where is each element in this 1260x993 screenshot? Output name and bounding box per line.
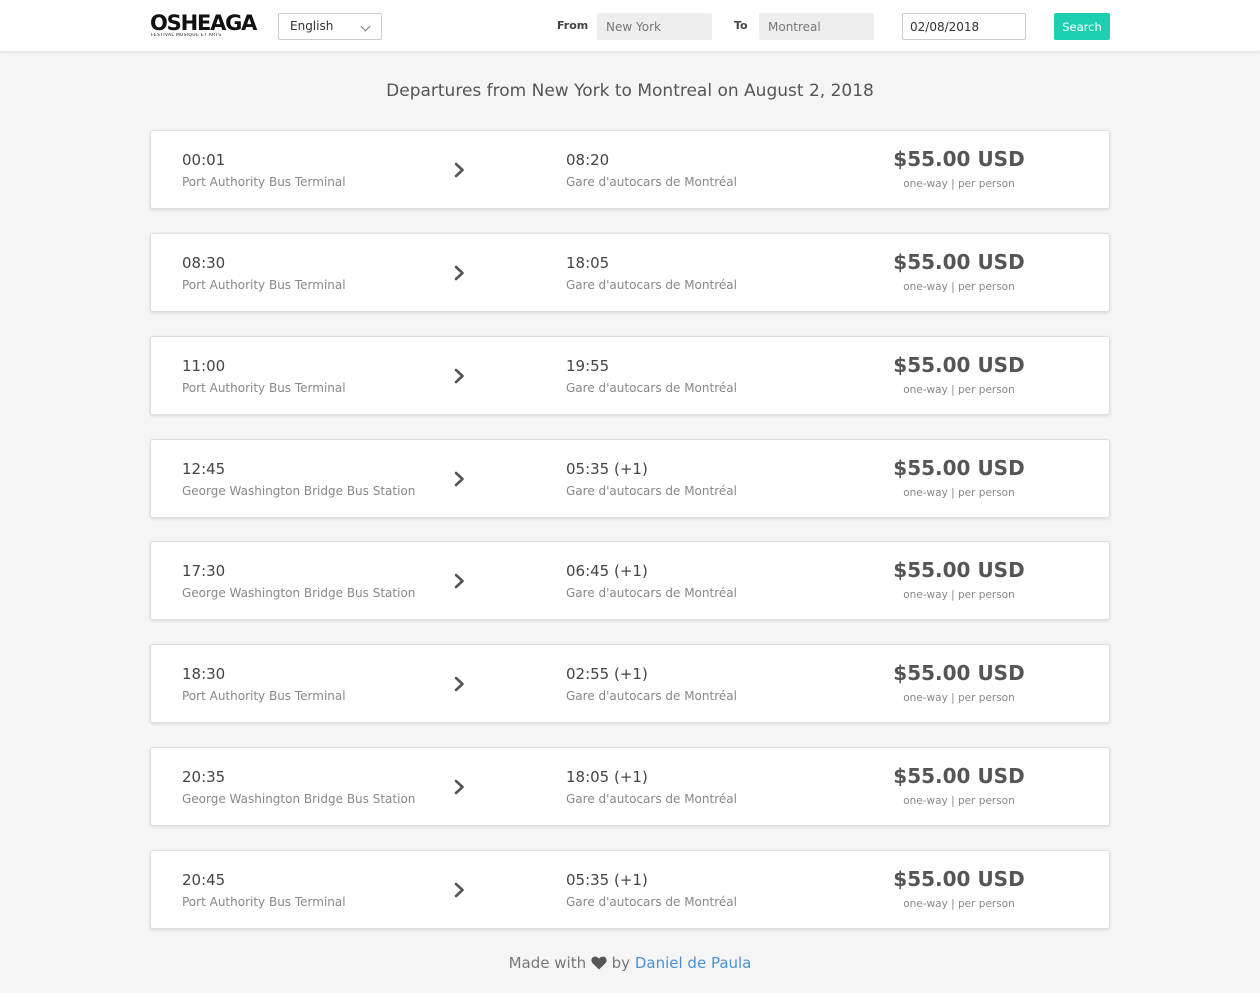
departure-card[interactable]: 17:30 George Washington Bridge Bus Statio… [150, 541, 1110, 620]
arrival-station: Gare d'autocars de Montréal [566, 895, 737, 909]
search-button[interactable]: Search [1054, 13, 1110, 40]
price: $55.00 USD [893, 764, 1025, 788]
price-note: one-way | per person [903, 589, 1015, 601]
language-select[interactable]: English [278, 13, 382, 40]
logo-text: OSHEAGA [150, 11, 257, 35]
price-note: one-way | per person [903, 178, 1015, 190]
price-note: one-way | per person [903, 692, 1015, 704]
price: $55.00 USD [893, 558, 1025, 582]
chevron-right-icon [454, 368, 464, 384]
price: $55.00 USD [893, 147, 1025, 171]
arrival-time: 19:55 [566, 357, 610, 375]
osheaga-logo[interactable]: OSHEAGA FESTIVAL MUSIQUE ET ARTS [150, 11, 257, 40]
chevron-right-icon [454, 573, 464, 589]
top-navigation-bar: OSHEAGA FESTIVAL MUSIQUE ET ARTS English… [0, 0, 1260, 52]
chevron-right-icon [454, 676, 464, 692]
arrival-station: Gare d'autocars de Montréal [566, 484, 737, 498]
arrival-station: Gare d'autocars de Montréal [566, 381, 737, 395]
from-input[interactable] [597, 13, 712, 40]
logo-subtext: FESTIVAL MUSIQUE ET ARTS [151, 33, 222, 38]
footer-made-with: Made with [508, 954, 587, 972]
from-label: From [557, 19, 589, 32]
departure-card[interactable]: 20:45 Port Authority Bus Terminal 05:35 (+… [150, 850, 1110, 929]
price: $55.00 USD [893, 353, 1025, 377]
departure-time: 11:00 [182, 357, 226, 375]
departure-time: 20:45 [182, 871, 226, 889]
departure-card[interactable]: 20:35 George Washington Bridge Bus Statio… [150, 747, 1110, 826]
departure-time: 17:30 [182, 562, 226, 580]
departure-card[interactable]: 08:30 Port Authority Bus Terminal 18:05 Gar… [150, 233, 1110, 312]
departure-station: Port Authority Bus Terminal [182, 689, 346, 703]
price-note: one-way | per person [903, 384, 1015, 396]
to-label: To [734, 19, 748, 32]
language-select-value: English [290, 19, 334, 33]
arrival-time: 02:55 (+1) [566, 665, 648, 683]
arrival-time: 05:35 (+1) [566, 871, 648, 889]
price-note: one-way | per person [903, 795, 1015, 807]
arrival-time: 08:20 [566, 151, 610, 169]
departure-station: Port Authority Bus Terminal [182, 381, 346, 395]
departure-station: Port Authority Bus Terminal [182, 278, 346, 292]
departure-time: 12:45 [182, 460, 226, 478]
price: $55.00 USD [893, 250, 1025, 274]
arrival-station: Gare d'autocars de Montréal [566, 175, 737, 189]
departure-card[interactable]: 11:00 Port Authority Bus Terminal 19:55 Gar… [150, 336, 1110, 415]
departure-card[interactable]: 12:45 George Washington Bridge Bus Statio… [150, 439, 1110, 518]
chevron-right-icon [454, 779, 464, 795]
chevron-right-icon [454, 162, 464, 178]
footer-by: by [611, 954, 631, 972]
chevron-down-icon [360, 21, 371, 32]
arrival-station: Gare d'autocars de Montréal [566, 278, 737, 292]
arrival-station: Gare d'autocars de Montréal [566, 792, 737, 806]
price: $55.00 USD [893, 456, 1025, 480]
arrival-time: 18:05 [566, 254, 610, 272]
price-note: one-way | per person [903, 281, 1015, 293]
price: $55.00 USD [893, 661, 1025, 685]
arrival-station: Gare d'autocars de Montréal [566, 586, 737, 600]
departure-station: George Washington Bridge Bus Station [182, 792, 416, 806]
arrival-time: 05:35 (+1) [566, 460, 648, 478]
departure-station: Port Authority Bus Terminal [182, 895, 346, 909]
heart-icon [591, 956, 607, 974]
departure-time: 00:01 [182, 151, 226, 169]
departure-time: 18:30 [182, 665, 226, 683]
chevron-right-icon [454, 265, 464, 281]
footer: Made with by Daniel de Paula [0, 954, 1260, 974]
price-note: one-way | per person [903, 898, 1015, 910]
price: $55.00 USD [893, 867, 1025, 891]
departure-card[interactable]: 18:30 Port Authority Bus Terminal 02:55 (+… [150, 644, 1110, 723]
arrival-station: Gare d'autocars de Montréal [566, 689, 737, 703]
departure-time: 08:30 [182, 254, 226, 272]
to-input[interactable] [759, 13, 874, 40]
price-note: one-way | per person [903, 487, 1015, 499]
departure-station: George Washington Bridge Bus Station [182, 586, 416, 600]
departure-card[interactable]: 00:01 Port Authority Bus Terminal 08:20 Gar… [150, 130, 1110, 209]
page-title: Departures from New York to Montreal on … [386, 81, 874, 101]
departure-station: George Washington Bridge Bus Station [182, 484, 416, 498]
chevron-right-icon [454, 471, 464, 487]
departure-time: 20:35 [182, 768, 226, 786]
arrival-time: 06:45 (+1) [566, 562, 648, 580]
author-link[interactable]: Daniel de Paula [635, 954, 752, 972]
date-input[interactable] [902, 13, 1026, 40]
arrival-time: 18:05 (+1) [566, 768, 648, 786]
departure-station: Port Authority Bus Terminal [182, 175, 346, 189]
chevron-right-icon [454, 882, 464, 898]
